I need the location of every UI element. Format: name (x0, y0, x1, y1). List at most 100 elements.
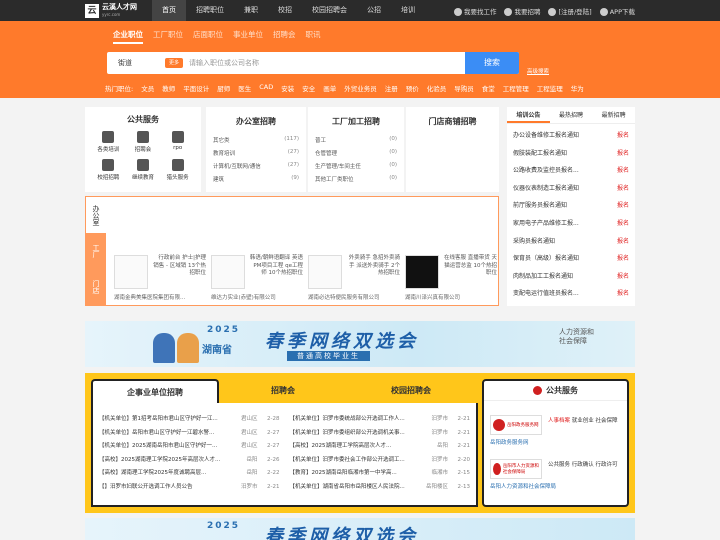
category-row[interactable]: 教育培训 (27) (213, 149, 299, 157)
hot-job-link[interactable]: 厨师 (217, 83, 230, 93)
tab-campus-fair[interactable]: 校园招聘会 (347, 379, 475, 403)
tab-public-units[interactable]: 事业单位 (233, 29, 263, 44)
nav-item-training[interactable]: 培训 (391, 0, 425, 21)
find-job-link[interactable]: 我要找工作 (453, 6, 496, 16)
category-title[interactable]: 办公室招聘 (213, 116, 299, 127)
notice-item[interactable]: 肉制品加工工报名通知 报名 (513, 268, 629, 286)
spring-fair-banner-2[interactable]: 2025 春季网络双选会 (85, 518, 635, 540)
signup-link[interactable]: 报名 (617, 285, 629, 303)
tab-new-recruit[interactable]: 最新招聘 (592, 107, 635, 123)
tab-job-news[interactable]: 职讯 (306, 29, 321, 44)
app-download-link[interactable]: APP下载 (599, 6, 635, 16)
company-name[interactable]: 湖南金典美集医院集团有限... (114, 293, 206, 301)
service-name[interactable]: 岳阳人力资源和社会保障局 (490, 482, 556, 490)
hot-job-link[interactable]: 安全 (302, 83, 315, 93)
recruit-row[interactable]: 【机关单位】第1招考岳阳市君山区守护好一江... 君山区 2-28 (99, 413, 280, 427)
hot-job-link[interactable]: 画单 (323, 83, 336, 93)
notice-item[interactable]: 采购员报名通知 报名 (513, 233, 629, 251)
hot-job-link[interactable]: 平面设计 (183, 83, 209, 93)
nav-item-campus[interactable]: 校招 (268, 0, 302, 21)
site-logo[interactable]: 云 云溪人才网 yyrc.com (85, 3, 143, 18)
notice-item[interactable]: 办公设备维修工报名通知 报名 (513, 127, 629, 145)
company-name[interactable]: 维达力实业(赤壁)有限公司 (211, 293, 303, 301)
advanced-search-link[interactable]: 高级搜索 (527, 67, 549, 75)
svc-campus[interactable]: 校招招聘 (91, 159, 126, 181)
signup-link[interactable]: 报名 (617, 215, 629, 233)
recruit-row[interactable]: 【高校】2025湖南理工学院高层次人才... 岳阳 2-21 (290, 440, 471, 454)
strip-tab-factory[interactable]: 工厂 (86, 233, 106, 269)
svc-job-fair[interactable]: 招聘会 (126, 131, 161, 153)
category-row[interactable]: 其他工厂类职位 (0) (315, 175, 397, 183)
recruit-row[interactable]: 【高校】2025湖南理工学院2025年高层次人才... 岳阳 2-26 (99, 454, 280, 468)
recruit-row[interactable]: 【机关单位】湖南省岳阳市岳阳楼区人民法院... 岳阳楼区 2-13 (290, 481, 471, 495)
hot-job-link[interactable]: 预价 (406, 83, 419, 93)
recruit-row[interactable]: 【机关单位】汨罗市委组织部公开选调机关事... 汨罗市 2-21 (290, 427, 471, 441)
hot-job-link[interactable]: CAD (259, 83, 273, 93)
notice-item[interactable]: 假肢装配工报名通知 报名 (513, 145, 629, 163)
signup-link[interactable]: 报名 (617, 145, 629, 163)
tab-job-fair-2[interactable]: 招聘会 (219, 379, 347, 403)
hot-job-link[interactable]: 外贸业务员 (344, 83, 377, 93)
recruit-row[interactable]: 【】汨罗市妇联公开选调工作人员公告 汨罗市 2-21 (99, 481, 280, 495)
hot-job-link[interactable]: 工程监理 (537, 83, 563, 93)
tab-store-jobs[interactable]: 店面职位 (193, 29, 223, 44)
hot-job-link[interactable]: 文员 (141, 83, 154, 93)
category-title[interactable]: 门店商铺招聘 (413, 116, 492, 127)
hot-job-link[interactable]: 教师 (162, 83, 175, 93)
company-name[interactable]: 湖南必达特便民服务有限公司 (308, 293, 400, 301)
hot-job-link[interactable]: 医生 (238, 83, 251, 93)
svc-headhunt[interactable]: 猎头服务 (160, 159, 195, 181)
hot-job-link[interactable]: 导购员 (454, 83, 474, 93)
recruit-row[interactable]: 【教育】2025湖南岳阳临湘市第一中学高... 临湘市 2-15 (290, 467, 471, 481)
nav-item-parttime[interactable]: 兼职 (234, 0, 268, 21)
login-register-link[interactable]: [注册/登陆] (548, 6, 592, 16)
recruit-link[interactable]: 我要招聘 (504, 6, 540, 16)
recruit-row[interactable]: 【机关单位】2025湖南岳阳市君山区守护好一... 君山区 2-27 (99, 440, 280, 454)
category-title[interactable]: 工厂加工招聘 (315, 116, 397, 127)
more-tag[interactable]: 更多 (165, 58, 184, 68)
nav-item-public-recruit[interactable]: 公招 (357, 0, 391, 21)
nav-item-campus-fair[interactable]: 校园招聘会 (302, 0, 357, 21)
notice-item[interactable]: 公路收费及监控员报名... 报名 (513, 162, 629, 180)
recruit-row[interactable]: 【机关单位】岳阳市君山区守护好一江碧水警... 君山区 2-27 (99, 427, 280, 441)
notice-item[interactable]: 前厅服务员报名通知 报名 (513, 197, 629, 215)
hot-job-link[interactable]: 安装 (281, 83, 294, 93)
category-row[interactable]: 其它类 (117) (213, 136, 299, 144)
tab-company-jobs[interactable]: 企业职位 (113, 29, 143, 44)
strip-tab-store[interactable]: 门店 (86, 269, 106, 305)
tab-job-fair[interactable]: 招聘会 (273, 29, 296, 44)
signup-link[interactable]: 报名 (617, 127, 629, 145)
svc-training[interactable]: 各类培训 (91, 131, 126, 153)
category-row[interactable]: 普工 (0) (315, 136, 397, 144)
search-button[interactable]: 搜索 (465, 52, 519, 74)
recruit-row[interactable]: 【高校】湖南理工学院2025年度诚聘高层... 岳阳 2-22 (99, 467, 280, 481)
category-row[interactable]: 建筑 (9) (213, 175, 299, 183)
hot-job-link[interactable]: 注册 (385, 83, 398, 93)
signup-link[interactable]: 报名 (617, 180, 629, 198)
hot-job-link[interactable]: 工程管理 (503, 83, 529, 93)
strip-tab-office[interactable]: 办公室 (86, 197, 106, 233)
category-row[interactable]: 生产管理/车间主任 (0) (315, 162, 397, 170)
service-name[interactable]: 岳阳政务服务网 (490, 438, 529, 446)
svc-rpo[interactable]: rpo (160, 131, 195, 153)
tab-public-unit-recruit[interactable]: 企事业单位招聘 (91, 379, 219, 403)
notice-item[interactable]: 仪器仪表制造工报名通知 报名 (513, 180, 629, 198)
recruit-row[interactable]: 【机关单位】汨罗市委社会工作部公开选调工... 汨罗市 2-20 (290, 454, 471, 468)
hot-job-link[interactable]: 化验员 (427, 83, 447, 93)
category-row[interactable]: 仓管管理 (0) (315, 149, 397, 157)
service-item[interactable]: 岳阳政务服务网 人事档案 就业创业 社会保障 岳阳政务服务网 (490, 415, 625, 447)
tab-training-notice[interactable]: 培训公告 (507, 107, 550, 123)
category-row[interactable]: 计算机/互联网/通信 (27) (213, 162, 299, 170)
tab-hot-recruit[interactable]: 最热招聘 (550, 107, 593, 123)
notice-item[interactable]: 保育员（高级）报名通知 报名 (513, 250, 629, 268)
tab-factory-jobs[interactable]: 工厂职位 (153, 29, 183, 44)
city-select[interactable]: 街道 (118, 58, 132, 68)
nav-item-jobs[interactable]: 招聘职位 (186, 0, 234, 21)
service-item[interactable]: 岳阳市人力资源和社会保障局 公共服务 行政确认 行政许可 岳阳人力资源和社会保障… (490, 459, 625, 491)
hot-job-link[interactable]: 食堂 (482, 83, 495, 93)
hot-job-link[interactable]: 华为 (571, 83, 584, 93)
signup-link[interactable]: 报名 (617, 268, 629, 286)
nav-item-home[interactable]: 首页 (152, 0, 186, 21)
search-input[interactable]: 请输入职位或公司名称 (189, 58, 259, 68)
company-name[interactable]: 湖南川泽兴真有限公司 (405, 293, 497, 301)
